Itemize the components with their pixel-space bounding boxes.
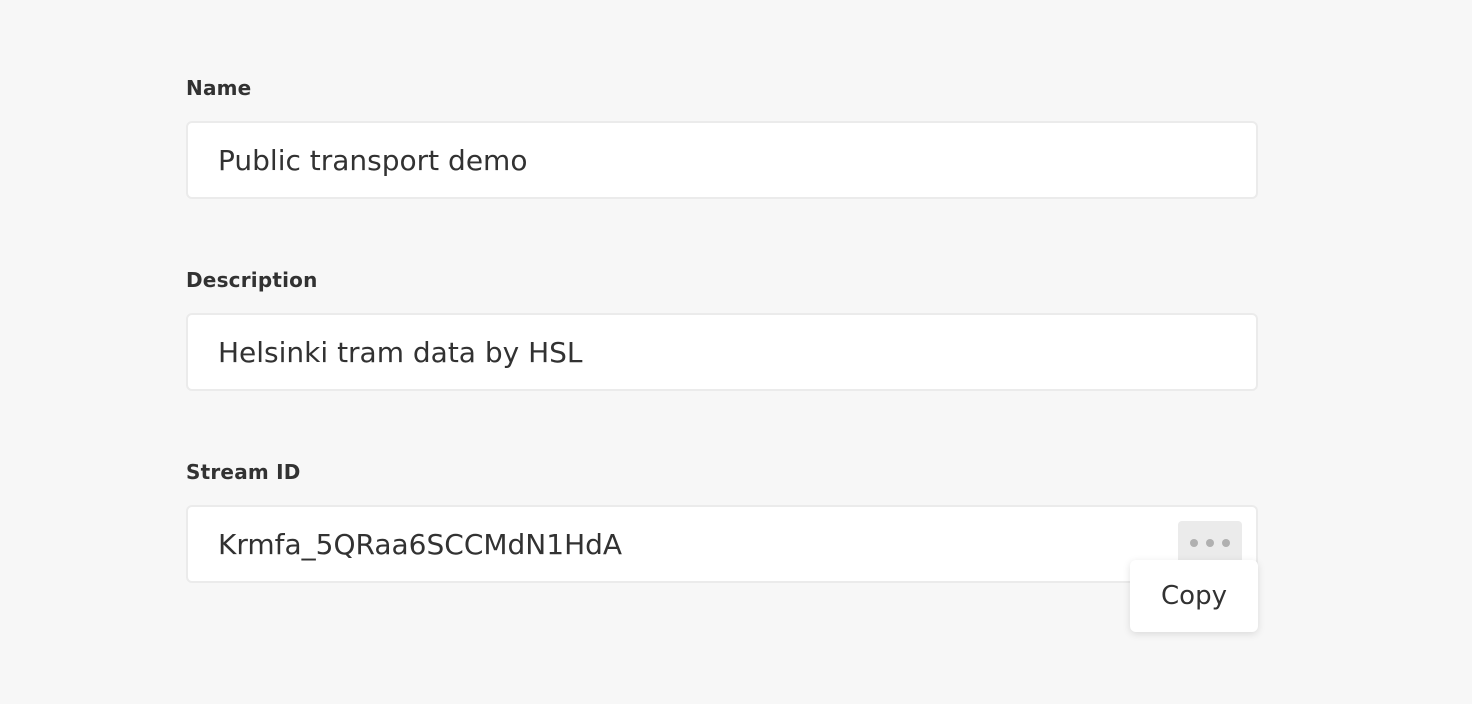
more-options-button[interactable] <box>1178 521 1242 565</box>
name-input-box[interactable] <box>186 121 1258 199</box>
name-label: Name <box>186 76 252 100</box>
stream-id-label: Stream ID <box>186 460 301 484</box>
name-input[interactable] <box>218 123 1118 197</box>
more-dot <box>1206 539 1214 547</box>
description-input-box[interactable] <box>186 313 1258 391</box>
stream-id-input[interactable] <box>218 507 1118 581</box>
more-horizontal-icon <box>1190 539 1230 547</box>
stream-id-input-box[interactable] <box>186 505 1258 583</box>
description-label: Description <box>186 268 318 292</box>
more-dot <box>1222 539 1230 547</box>
more-options-menu: Copy <box>1130 560 1258 632</box>
copy-menu-item[interactable]: Copy <box>1161 581 1227 611</box>
description-input[interactable] <box>218 315 1118 389</box>
more-dot <box>1190 539 1198 547</box>
